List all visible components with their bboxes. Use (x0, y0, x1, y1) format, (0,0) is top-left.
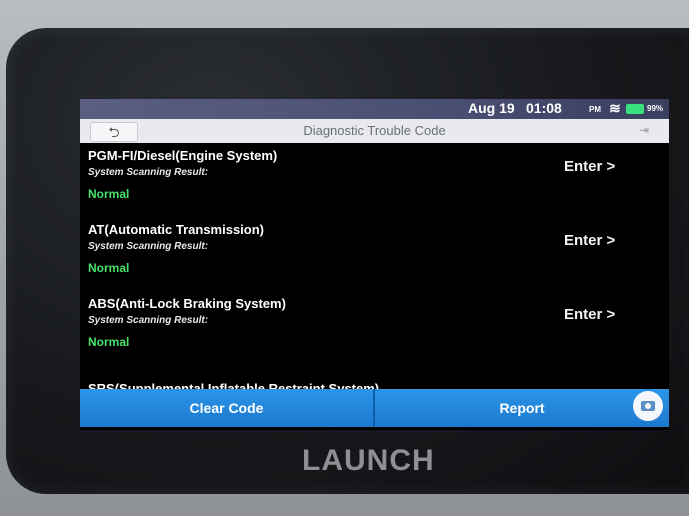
system-name: AT(Automatic Transmission) (88, 222, 265, 237)
enter-button[interactable]: Enter > (564, 158, 615, 175)
scan-result-label: System Scanning Result: (88, 315, 209, 326)
status-bar: Aug 19 01:08 PM ≋ 99% (80, 99, 669, 119)
action-bar: Clear Code Report (80, 389, 669, 427)
list-item: AT(Automatic Transmission) System Scanni… (80, 217, 669, 289)
screenshot-button[interactable] (633, 391, 663, 421)
camera-icon (641, 401, 655, 411)
system-status: Normal (88, 187, 130, 201)
device-screen: Aug 19 01:08 PM ≋ 99% ⮌ Diagnostic Troub… (80, 99, 669, 430)
wifi-icon: ≋ (609, 100, 621, 116)
list-item: PGM-FI/Diesel(Engine System) System Scan… (80, 143, 669, 215)
enter-button[interactable]: Enter > (564, 232, 615, 249)
status-time: 01:08 (526, 100, 562, 116)
system-name-partial: SRS(Supplemental Inflatable Restraint Sy… (88, 381, 380, 389)
page-title: Diagnostic Trouble Code (303, 123, 446, 138)
battery-percent: 99% (647, 104, 664, 113)
list-item: ABS(Anti-Lock Braking System) System Sca… (80, 291, 669, 363)
status-ampm: PM (589, 105, 601, 114)
report-button[interactable]: Report (375, 389, 669, 427)
scan-result-label: System Scanning Result: (88, 167, 209, 178)
system-status: Normal (88, 335, 130, 349)
system-name: PGM-FI/Diesel(Engine System) (88, 148, 278, 163)
status-date: Aug 19 (468, 100, 515, 116)
clear-code-button[interactable]: Clear Code (80, 389, 373, 427)
title-bar: ⮌ Diagnostic Trouble Code ⇥ (80, 119, 669, 143)
brand-logo: LAUNCH (302, 444, 435, 477)
system-status: Normal (88, 261, 130, 275)
system-name: ABS(Anti-Lock Braking System) (88, 296, 286, 311)
system-list: PGM-FI/Diesel(Engine System) System Scan… (80, 143, 669, 389)
exit-icon[interactable]: ⇥ (639, 123, 653, 137)
battery-icon (626, 104, 644, 114)
enter-button[interactable]: Enter > (564, 306, 615, 323)
scan-result-label: System Scanning Result: (88, 241, 209, 252)
